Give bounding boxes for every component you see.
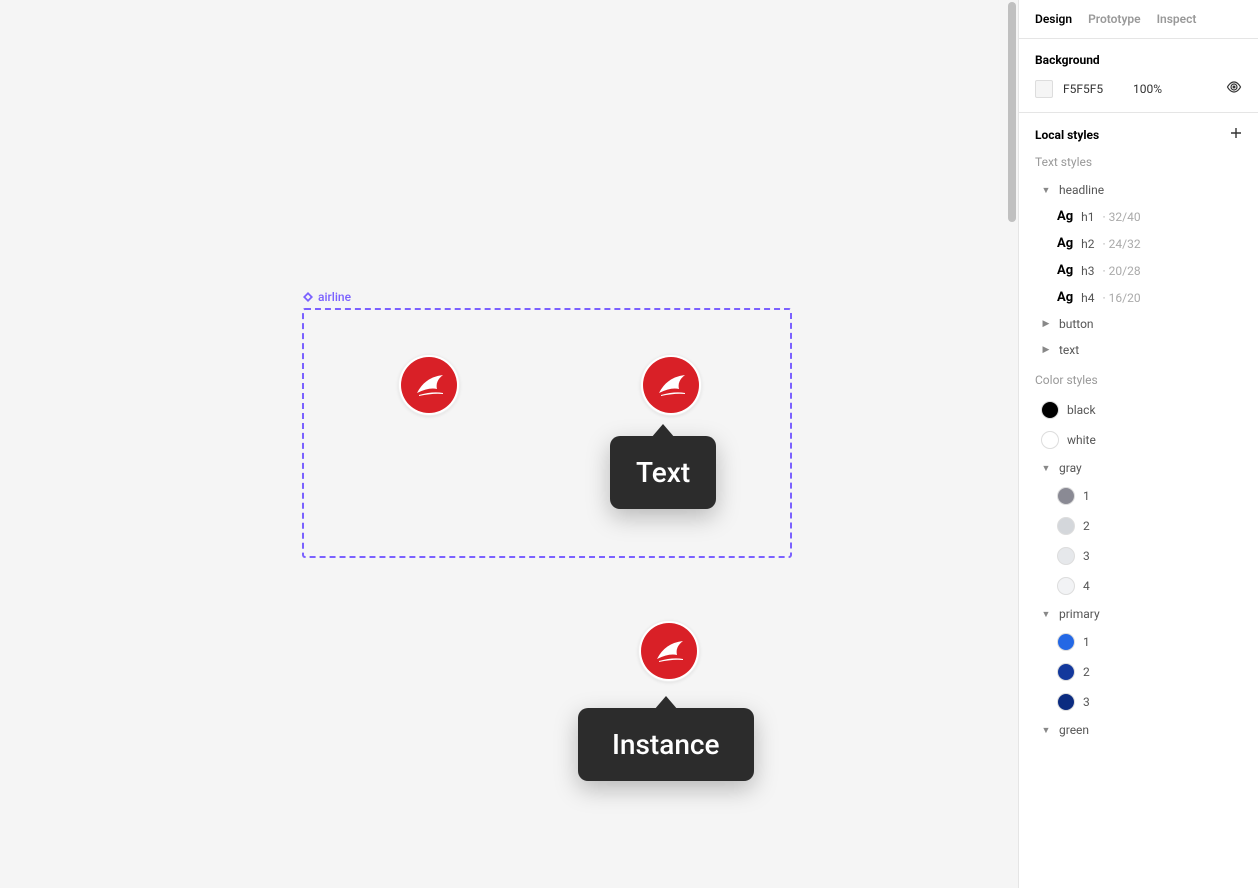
color-chip-icon xyxy=(1057,693,1075,711)
color-group-primary[interactable]: ▼ primary xyxy=(1035,601,1242,627)
text-style-sample: Ag xyxy=(1057,236,1073,251)
local-styles-section: Local styles Text styles ▼ headline Ag h1 … xyxy=(1019,113,1258,751)
color-chip-icon xyxy=(1057,633,1075,651)
group-label: green xyxy=(1059,723,1089,737)
color-group-green[interactable]: ▼ green xyxy=(1035,717,1242,743)
color-style-black[interactable]: black xyxy=(1035,395,1242,425)
color-style-gray-4[interactable]: 4 xyxy=(1035,571,1242,601)
airline-logo-icon[interactable] xyxy=(398,354,460,416)
canvas[interactable]: airline Text Instance xyxy=(0,0,1018,888)
group-label: button xyxy=(1059,317,1094,331)
background-section: Background F5F5F5 100% xyxy=(1019,39,1258,113)
background-opacity[interactable]: 100% xyxy=(1133,82,1173,96)
tooltip-text: Text xyxy=(610,436,716,509)
color-name: 2 xyxy=(1083,665,1090,679)
component-icon xyxy=(302,291,314,303)
color-name: 2 xyxy=(1083,519,1090,533)
scrollbar[interactable] xyxy=(1006,0,1018,888)
color-name: 3 xyxy=(1083,549,1090,563)
color-name: white xyxy=(1067,433,1096,447)
disclosure-icon: ▼ xyxy=(1041,185,1051,196)
text-style-meta: · 24/32 xyxy=(1103,237,1141,251)
tooltip-instance: Instance xyxy=(578,708,754,781)
text-style-meta: · 32/40 xyxy=(1103,210,1141,224)
text-style-h3[interactable]: Ag h3 · 20/28 xyxy=(1035,257,1242,284)
color-style-white[interactable]: white xyxy=(1035,425,1242,455)
text-style-name: h2 xyxy=(1081,237,1094,251)
background-title: Background xyxy=(1035,53,1242,67)
disclosure-icon: ▶ xyxy=(1041,319,1051,329)
color-style-gray-3[interactable]: 3 xyxy=(1035,541,1242,571)
disclosure-icon: ▼ xyxy=(1041,463,1051,474)
color-styles-title: Color styles xyxy=(1035,373,1242,387)
local-styles-title: Local styles xyxy=(1035,128,1099,142)
text-style-meta: · 16/20 xyxy=(1103,291,1141,305)
text-style-name: h1 xyxy=(1081,210,1094,224)
text-style-group-text[interactable]: ▶ text xyxy=(1035,337,1242,363)
group-label: headline xyxy=(1059,183,1104,197)
background-hex[interactable]: F5F5F5 xyxy=(1063,82,1123,96)
text-styles-list: ▼headlineAg h1 · 32/40Ag h2 · 24/32Ag h3… xyxy=(1035,177,1242,363)
component-name: airline xyxy=(318,290,351,304)
color-styles-list: blackwhite▼gray1234▼primary123▼green xyxy=(1035,395,1242,743)
group-label: gray xyxy=(1059,461,1082,475)
add-style-icon[interactable] xyxy=(1230,127,1242,143)
color-chip-icon xyxy=(1057,577,1075,595)
disclosure-icon: ▼ xyxy=(1041,609,1051,620)
text-style-h2[interactable]: Ag h2 · 24/32 xyxy=(1035,230,1242,257)
airline-logo-instance-icon[interactable] xyxy=(638,620,700,682)
disclosure-icon: ▼ xyxy=(1041,725,1051,736)
group-label: primary xyxy=(1059,607,1100,621)
airline-logo-icon[interactable] xyxy=(640,354,702,416)
color-style-gray-1[interactable]: 1 xyxy=(1035,481,1242,511)
text-style-group-headline[interactable]: ▼ headline xyxy=(1035,177,1242,203)
tab-design[interactable]: Design xyxy=(1035,12,1072,26)
background-row[interactable]: F5F5F5 100% xyxy=(1035,79,1242,98)
disclosure-icon: ▶ xyxy=(1041,345,1051,355)
component-frame-airline[interactable]: airline xyxy=(302,290,792,558)
color-style-gray-2[interactable]: 2 xyxy=(1035,511,1242,541)
tooltip-label: Instance xyxy=(612,728,720,761)
text-style-group-button[interactable]: ▶ button xyxy=(1035,311,1242,337)
color-style-primary-3[interactable]: 3 xyxy=(1035,687,1242,717)
color-chip-icon xyxy=(1057,487,1075,505)
component-label: airline xyxy=(302,290,792,304)
tooltip-label: Text xyxy=(636,456,690,489)
color-chip-icon xyxy=(1057,547,1075,565)
color-name: 3 xyxy=(1083,695,1090,709)
color-chip-icon xyxy=(1041,401,1059,419)
color-style-primary-1[interactable]: 1 xyxy=(1035,627,1242,657)
group-label: text xyxy=(1059,343,1079,357)
color-chip-icon xyxy=(1057,517,1075,535)
text-style-meta: · 20/28 xyxy=(1103,264,1141,278)
text-style-h4[interactable]: Ag h4 · 16/20 xyxy=(1035,284,1242,311)
text-styles-title: Text styles xyxy=(1035,155,1242,169)
color-name: black xyxy=(1067,403,1096,417)
inspector-tabs: Design Prototype Inspect xyxy=(1019,0,1258,39)
text-style-sample: Ag xyxy=(1057,209,1073,224)
color-name: 4 xyxy=(1083,579,1090,593)
background-swatch[interactable] xyxy=(1035,80,1053,98)
color-chip-icon xyxy=(1057,663,1075,681)
text-style-h1[interactable]: Ag h1 · 32/40 xyxy=(1035,203,1242,230)
visibility-icon[interactable] xyxy=(1226,79,1242,98)
color-name: 1 xyxy=(1083,635,1090,649)
component-bounds[interactable] xyxy=(302,308,792,558)
inspector-panel: Design Prototype Inspect Background F5F5F5… xyxy=(1018,0,1258,888)
text-style-sample: Ag xyxy=(1057,290,1073,305)
scrollbar-thumb[interactable] xyxy=(1008,2,1016,222)
color-chip-icon xyxy=(1041,431,1059,449)
tab-inspect[interactable]: Inspect xyxy=(1157,12,1197,26)
text-style-name: h4 xyxy=(1081,291,1094,305)
tab-prototype[interactable]: Prototype xyxy=(1088,12,1141,26)
color-name: 1 xyxy=(1083,489,1090,503)
color-style-primary-2[interactable]: 2 xyxy=(1035,657,1242,687)
text-style-name: h3 xyxy=(1081,264,1094,278)
text-style-sample: Ag xyxy=(1057,263,1073,278)
color-group-gray[interactable]: ▼ gray xyxy=(1035,455,1242,481)
